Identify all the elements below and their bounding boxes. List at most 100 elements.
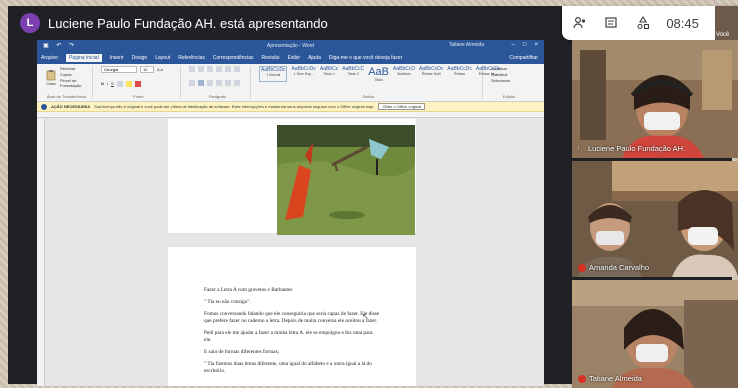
participant-name: Amanda Carvalho xyxy=(578,263,649,272)
styles-group-label: Estilos xyxy=(362,94,375,99)
self-label: Você xyxy=(715,32,730,38)
mic-on-icon: ⦙ xyxy=(578,145,580,151)
find-button[interactable]: Localizar xyxy=(491,66,527,71)
style-heading-2[interactable]: AaBbCcC Título 2 xyxy=(342,66,364,82)
style-title[interactable]: AaB Título xyxy=(368,66,389,82)
cut-button[interactable]: Recortar xyxy=(60,66,88,71)
tell-me-search[interactable]: Diga-me o que você deseja fazer xyxy=(329,55,402,61)
meet-toolbar: 08:45 Você xyxy=(562,6,738,40)
vertical-ruler[interactable] xyxy=(37,119,45,386)
message-text: Sua licença não é original e você pode s… xyxy=(94,104,375,109)
doc-paragraph[interactable]: " Tia eu não consigo". xyxy=(204,299,380,306)
tab-referencias[interactable]: Referências xyxy=(178,55,205,61)
info-icon xyxy=(41,103,47,110)
justify-icon[interactable] xyxy=(216,80,222,86)
line-spacing-icon[interactable] xyxy=(225,80,231,86)
participant-tile-2[interactable]: Amanda Carvalho xyxy=(572,161,738,277)
participant-name: Tatiane Almeida xyxy=(578,374,642,383)
tab-ajuda[interactable]: Ajuda xyxy=(308,55,321,61)
mic-off-icon xyxy=(578,374,586,383)
tab-correspondencias[interactable]: Correspondências xyxy=(213,55,254,61)
font-grow-icon[interactable]: A A xyxy=(157,67,163,72)
style-normal[interactable]: AaBbCcDc 1 Normal xyxy=(259,66,288,82)
shading-icon[interactable] xyxy=(234,80,240,86)
tab-arquivo[interactable]: Arquivo xyxy=(41,55,58,61)
horizontal-ruler[interactable] xyxy=(37,112,544,118)
font-name-select[interactable]: Georgia xyxy=(101,66,137,73)
style-no-spacing[interactable]: AaBbCcDc 1 Sem Esp... xyxy=(291,66,315,82)
bullets-icon[interactable] xyxy=(189,66,195,72)
document-page-2[interactable]: Fazer a Letra A com gravetos e Barbantes… xyxy=(168,247,416,386)
tab-layout[interactable]: Layout xyxy=(155,55,170,61)
align-center-icon[interactable] xyxy=(198,80,204,86)
underline-icon[interactable]: S xyxy=(111,81,114,86)
close-icon[interactable]: × xyxy=(534,42,538,48)
doc-paragraph[interactable]: Pedi para ele me ajudar a fazer a minha … xyxy=(204,330,380,344)
message-label: AÇÃO NECESSÁRIA xyxy=(51,104,91,109)
participant-video-3 xyxy=(572,280,738,388)
participant-tile-3[interactable]: Tatiane Almeida xyxy=(572,280,738,388)
style-heading-1[interactable]: AaBbCc Título 1 xyxy=(320,66,338,82)
group-clipboard: Colar Recortar Copiar Pincel de Formataç… xyxy=(41,66,93,99)
style-subtitle[interactable]: AaBbCcD Subtítulo xyxy=(393,66,415,82)
numbering-icon[interactable] xyxy=(198,66,204,72)
self-view-thumb[interactable]: Você xyxy=(714,6,738,40)
group-styles: AaBbCcDc 1 Normal AaBbCcDc 1 Sem Esp... Aa… xyxy=(255,66,500,99)
participant-name: ⦙ Luciene Paulo Fundação AH. xyxy=(578,144,686,153)
license-message-bar: AÇÃO NECESSÁRIA Sua licença não é origin… xyxy=(37,102,544,112)
select-button[interactable]: Selecionar xyxy=(491,78,527,83)
tab-inserir[interactable]: Inserir xyxy=(110,55,124,61)
get-office-button[interactable]: Obter o Office original xyxy=(378,103,426,110)
paste-icon[interactable] xyxy=(45,69,57,81)
bold-icon[interactable]: N xyxy=(101,81,104,86)
participant-tile-1[interactable]: ⦙ Luciene Paulo Fundação AH. xyxy=(572,40,738,158)
font-size-select[interactable]: 12 xyxy=(140,66,154,73)
shared-screen: ▣ ↶ ↷ Apresentação - Word Tatiane Almeid… xyxy=(37,40,544,386)
tab-pagina-inicial[interactable]: Página Inicial xyxy=(65,54,102,62)
paste-label[interactable]: Colar xyxy=(46,81,56,86)
document-canvas[interactable]: Fazer a Letra A com gravetos e Barbantes… xyxy=(37,119,544,386)
word-titlebar: ▣ ↶ ↷ Apresentação - Word Tatiane Almeid… xyxy=(37,40,544,52)
replace-button[interactable]: Substituir xyxy=(491,72,527,77)
presenter-avatar: L xyxy=(20,13,40,33)
share-button[interactable]: Compartilhar xyxy=(509,55,538,61)
align-left-icon[interactable] xyxy=(189,80,195,86)
decrease-indent-icon[interactable] xyxy=(216,66,222,72)
format-painter-button[interactable]: Pincel de Formatação xyxy=(60,78,88,88)
presenting-bar: L Luciene Paulo Fundação AH. está aprese… xyxy=(8,6,568,40)
document-photo[interactable] xyxy=(277,125,415,235)
tab-exibir[interactable]: Exibir xyxy=(288,55,301,61)
window-controls[interactable]: – □ × xyxy=(512,42,538,48)
style-subtle-emphasis[interactable]: AaBbCcDc Ênfase Sutil xyxy=(419,66,443,82)
participant-video-1 xyxy=(572,40,738,158)
doc-paragraph[interactable]: Fazer a Letra A com gravetos e Barbantes xyxy=(204,287,380,294)
highlight-icon[interactable] xyxy=(125,80,132,87)
tab-revisao[interactable]: Revisão xyxy=(261,55,279,61)
increase-indent-icon[interactable] xyxy=(225,66,231,72)
copy-button[interactable]: Copiar xyxy=(60,72,88,77)
mic-off-icon xyxy=(578,263,586,272)
ribbon: Colar Recortar Copiar Pincel de Formataç… xyxy=(37,64,544,102)
doc-paragraph[interactable]: E saiu de formas diferentes formas; xyxy=(204,349,380,356)
italic-icon[interactable]: I xyxy=(107,81,108,86)
font-color-icon[interactable] xyxy=(134,80,141,87)
activities-icon[interactable] xyxy=(635,15,650,31)
sort-icon[interactable] xyxy=(234,66,240,72)
clock: 08:45 xyxy=(666,15,699,31)
clipboard-group-label: Área de Transferência xyxy=(46,94,87,99)
minimize-icon[interactable]: – xyxy=(512,42,515,48)
doc-paragraph[interactable]: " Tia fizemos duas letras diferente, uma… xyxy=(204,361,380,375)
chat-icon[interactable] xyxy=(603,15,618,31)
group-paragraph: Parágrafo xyxy=(185,66,251,99)
maximize-icon[interactable]: □ xyxy=(523,42,527,48)
tab-design[interactable]: Design xyxy=(132,55,148,61)
people-icon[interactable] xyxy=(572,15,587,31)
editing-group-label: Edição xyxy=(502,94,516,99)
style-emphasis[interactable]: AaBbCcDc Ênfase xyxy=(447,66,471,82)
align-right-icon[interactable] xyxy=(207,80,213,86)
strikethrough-icon[interactable] xyxy=(116,80,123,87)
quick-access-icons[interactable]: ▣ ↶ ↷ xyxy=(43,42,77,49)
word-title: Apresentação - Word xyxy=(266,43,315,49)
multilevel-icon[interactable] xyxy=(207,66,213,72)
doc-paragraph[interactable]: Fomos conversando falando que ele conseg… xyxy=(204,311,380,325)
